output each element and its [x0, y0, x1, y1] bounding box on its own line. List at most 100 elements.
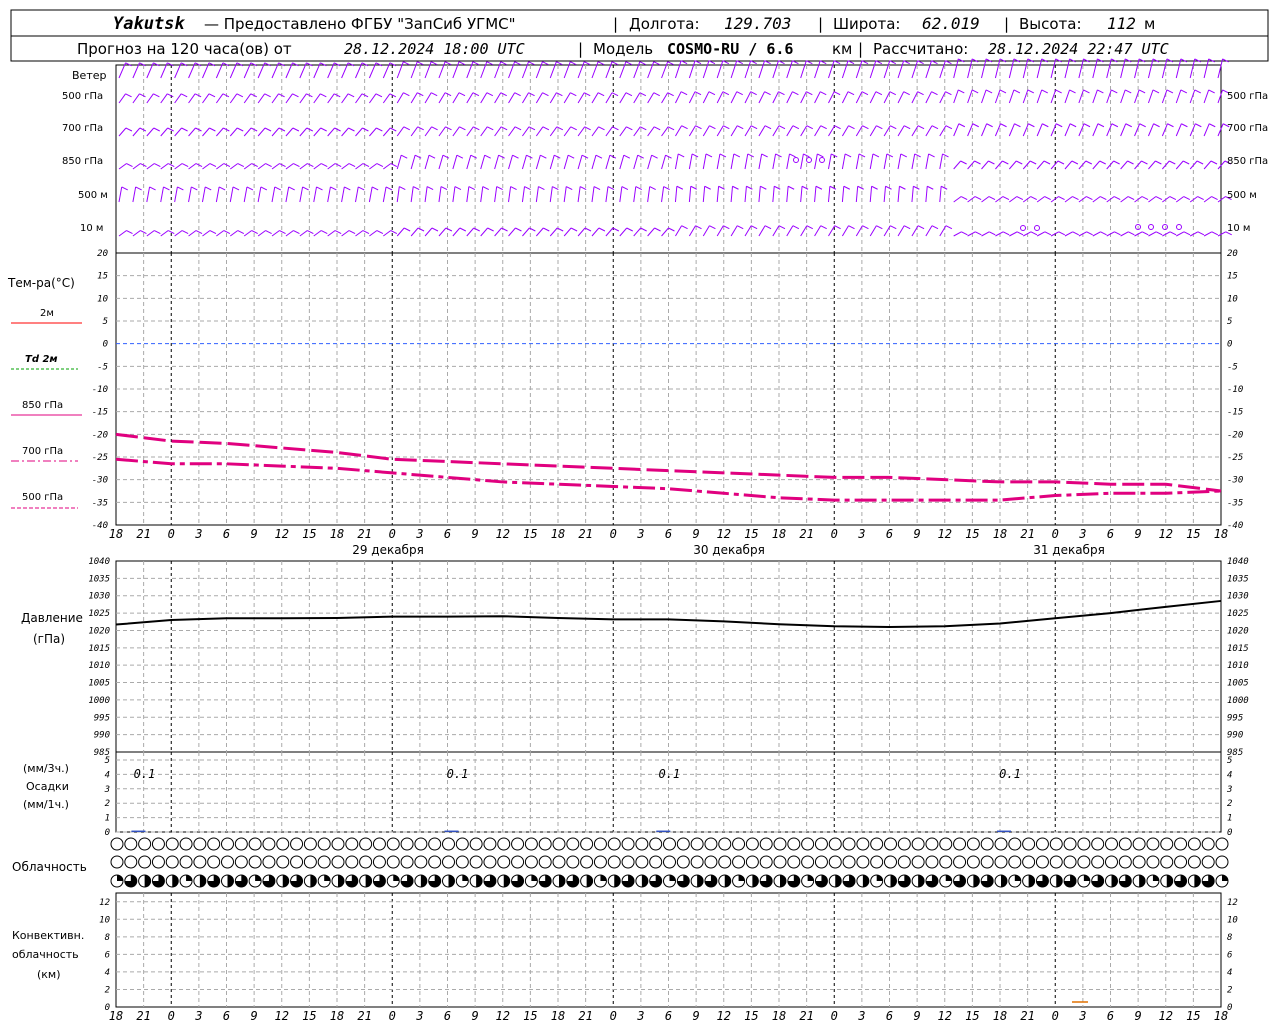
cloud-symbol — [870, 837, 884, 851]
wind-barb — [535, 92, 543, 104]
wind-barb-flag — [417, 61, 424, 66]
wind-barb — [994, 89, 1001, 104]
wind-barb — [994, 58, 1001, 79]
wind-barb — [1092, 123, 1099, 137]
wind-title: Ветер — [72, 69, 106, 82]
wind-barb-flag — [567, 154, 575, 159]
wind-barb-flag — [985, 89, 993, 94]
cloud-symbol — [179, 855, 193, 869]
wind-barb-flag — [1169, 196, 1177, 200]
cloud-symbol — [138, 837, 152, 851]
wind-barb — [285, 230, 294, 237]
wind-barb-flag — [1155, 196, 1163, 200]
wind-barb — [1023, 231, 1032, 237]
cloud-symbol — [635, 855, 649, 869]
time-tick-label: 6 — [665, 527, 672, 541]
wind-barb — [1175, 123, 1182, 137]
wind-barb-flag — [621, 186, 629, 190]
cloud-symbol — [1118, 855, 1132, 869]
cloud-symbol — [1022, 837, 1036, 851]
time-tick-label: 21 — [1020, 527, 1034, 541]
temp-tick-right: 0 — [1227, 340, 1232, 350]
wind-barb-flag — [1183, 231, 1191, 236]
wind-barb — [1176, 231, 1185, 237]
sep5: | — [858, 40, 863, 58]
wind-barb-flag — [496, 186, 503, 190]
wind-barb-flag — [639, 61, 647, 66]
wind-barb-flag — [486, 61, 494, 66]
cloud-fill — [862, 875, 869, 887]
wind-barb — [772, 125, 780, 137]
wind-barb — [299, 127, 308, 137]
wind-barb — [508, 155, 513, 170]
station-name: Yakutsk — [113, 14, 185, 34]
wind-barb-flag — [597, 61, 605, 66]
cloud-symbol — [593, 837, 607, 851]
wind-barb — [508, 227, 516, 237]
cloud-symbol — [179, 837, 193, 851]
time-tick-label: 18 — [772, 1009, 786, 1023]
wind-barb — [396, 126, 405, 137]
precip-annotation: 0.1 — [658, 767, 680, 781]
cloud-fill — [503, 875, 510, 887]
wind-barb — [132, 230, 141, 237]
wind-barb-flag — [820, 125, 827, 130]
temp-tick-right: -20 — [1227, 430, 1243, 440]
wind-calm-marker — [1176, 224, 1182, 230]
wind-barb-flag — [163, 186, 170, 191]
precip-annotation: 0.1 — [447, 767, 469, 781]
wind-barb-flag — [626, 126, 633, 131]
wind-barb-flag — [974, 196, 982, 200]
cloud-symbol — [911, 855, 925, 869]
wind-barb — [702, 225, 710, 237]
wind-barb-flag — [1058, 231, 1066, 236]
wind-barb — [702, 125, 710, 137]
wind-barb-flag — [1086, 196, 1093, 200]
wind-barb-flag — [180, 93, 188, 98]
wind-barb — [688, 125, 696, 137]
wind-barb — [118, 93, 126, 104]
cloud-symbol — [621, 837, 635, 851]
cloud-symbol — [745, 837, 759, 851]
wind-barb-flag — [988, 160, 995, 165]
time-tick-label: 9 — [693, 527, 700, 541]
wind-barb — [132, 186, 137, 203]
wind-barb — [480, 61, 488, 79]
pressure-tick-left: 1020 — [88, 626, 110, 636]
wind-barb — [800, 225, 808, 237]
model-unit: км — [832, 40, 852, 58]
time-tick-label: 6 — [223, 1009, 230, 1023]
cloud-symbol — [635, 837, 649, 851]
wind-barb-flag — [1016, 160, 1023, 165]
wind-barb — [216, 163, 225, 170]
wind-barb — [800, 125, 808, 137]
conv-title-2: облачность — [12, 948, 79, 961]
wind-barb — [563, 92, 571, 104]
wind-barb — [1134, 160, 1142, 170]
temp-tick-right: 20 — [1227, 249, 1238, 259]
wind-barb — [535, 61, 543, 79]
cloud-symbol — [221, 855, 234, 869]
wind-barb — [883, 91, 891, 104]
wind-barb — [383, 163, 392, 170]
wind-barb-flag — [292, 127, 300, 132]
cloud-symbol — [262, 837, 276, 851]
pressure-tick-right: 1025 — [1227, 609, 1249, 619]
wind-barb-flag — [191, 186, 198, 191]
wind-barb — [188, 127, 196, 137]
wind-barb-flag — [1114, 196, 1121, 200]
wind-barb-flag — [1014, 123, 1021, 128]
wind-barb-flag — [232, 186, 240, 191]
wind-barb-flag — [348, 230, 356, 234]
wind-barb-flag — [847, 91, 855, 96]
wind-barb — [1175, 160, 1184, 170]
wind-barb — [327, 186, 331, 203]
wind-barb-flag — [570, 227, 578, 232]
time-tick-label: 21 — [136, 527, 150, 541]
time-tick-label: 0 — [389, 1009, 396, 1023]
temp-tick-right: 5 — [1227, 317, 1232, 327]
time-tick-label: 18 — [772, 527, 786, 541]
wind-barb — [480, 155, 486, 170]
wind-barb-flag — [482, 186, 489, 190]
wind-barb — [1189, 160, 1198, 170]
